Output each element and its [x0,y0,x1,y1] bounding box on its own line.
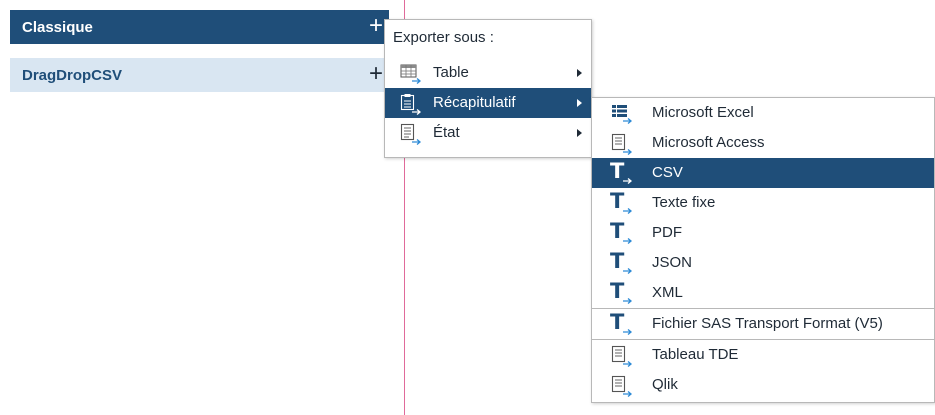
menu-item-xml[interactable]: T XML [592,278,934,308]
menu-item-etat[interactable]: État [385,118,591,148]
menu-item-fichier-sas[interactable]: T Fichier SAS Transport Format (V5) [592,309,934,339]
menu-item-microsoft-access[interactable]: Microsoft Access [592,128,934,158]
clipboard-export-icon [400,94,422,115]
menu-item-label: Fichier SAS Transport Format (V5) [652,315,883,332]
menu-item-label: CSV [652,164,683,181]
panel-row-classique[interactable]: Classique + [10,10,389,44]
menu-item-recapitulatif[interactable]: Récapitulatif [385,88,591,118]
document-export-icon [611,345,633,367]
panel-row-label: DragDropCSV [22,66,123,84]
add-icon[interactable]: + [369,61,383,87]
text-export-icon: T [610,249,638,276]
menu-item-qlik[interactable]: Qlik [592,370,934,400]
export-menu-header: Exporter sous : [393,29,494,46]
menu-item-csv[interactable]: T CSV [592,158,934,188]
menu-item-label: Qlik [652,376,678,393]
document-export-icon [611,375,633,397]
export-format-submenu: Microsoft Excel Microsoft Access T CSV T… [591,97,935,403]
menu-item-label: Texte fixe [652,194,716,211]
menu-item-json[interactable]: T JSON [592,248,934,278]
text-export-icon: T [610,159,638,186]
submenu-arrow-icon [577,69,582,77]
menu-item-table[interactable]: Table [385,58,591,88]
excel-export-icon [612,105,633,124]
menu-item-label: Microsoft Excel [652,104,754,121]
menu-item-texte-fixe[interactable]: T Texte fixe [592,188,934,218]
menu-item-pdf[interactable]: T PDF [592,218,934,248]
export-menu: Exporter sous : Table Récapitulatif État [384,19,592,158]
menu-item-label: JSON [652,254,693,271]
menu-item-label: Récapitulatif [433,94,516,111]
submenu-arrow-icon [577,99,582,107]
document-export-icon [400,123,422,145]
menu-item-label: XML [652,284,683,301]
table-icon [400,64,422,84]
panel-row-label: Classique [22,18,93,36]
access-export-icon [611,133,633,155]
menu-item-label: Microsoft Access [652,134,765,151]
submenu-arrow-icon [577,129,582,137]
text-export-icon: T [610,219,638,246]
text-export-icon: T [610,310,638,337]
panel-row-dragdropcsv[interactable]: DragDropCSV + [10,58,389,92]
menu-item-tableau-tde[interactable]: Tableau TDE [592,340,934,370]
text-export-icon: T [610,189,638,216]
menu-item-label: Tableau TDE [652,346,739,363]
menu-item-label: Table [433,64,469,81]
menu-item-microsoft-excel[interactable]: Microsoft Excel [592,98,934,128]
text-export-icon: T [610,279,638,306]
menu-item-label: PDF [652,224,682,241]
add-icon[interactable]: + [369,13,383,39]
menu-item-label: État [433,124,460,141]
